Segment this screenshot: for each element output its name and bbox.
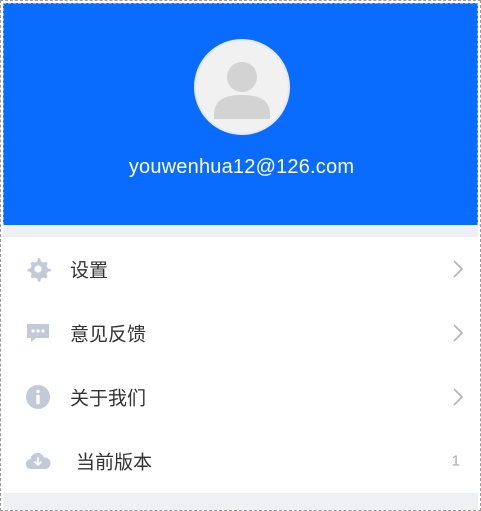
menu-item-label: 意见反馈 <box>70 323 147 346</box>
section-divider <box>3 225 478 237</box>
menu-item-label: 设置 <box>70 259 109 282</box>
user-email: youwenhua12@126.com <box>128 156 355 178</box>
version-number: 1 <box>451 452 460 470</box>
chevron-right-icon <box>453 260 464 278</box>
menu-item-feedback[interactable]: 意见反馈 <box>3 301 478 365</box>
user-silhouette-icon <box>214 62 270 119</box>
profile-header: youwenhua12@126.com <box>3 3 478 225</box>
chat-icon <box>23 318 53 348</box>
chevron-right-icon <box>453 388 464 406</box>
cloud-icon <box>23 446 53 476</box>
avatar[interactable] <box>194 39 290 135</box>
bottom-divider <box>3 493 478 510</box>
menu-item-label: 关于我们 <box>70 387 147 410</box>
gear-icon <box>23 254 53 284</box>
chevron-right-icon <box>453 324 464 342</box>
menu-item-version[interactable]: 当前版本 1 <box>3 429 478 493</box>
menu-item-settings[interactable]: 设置 <box>3 237 478 301</box>
info-icon <box>23 382 53 412</box>
menu-item-label: 当前版本 <box>76 451 153 474</box>
menu-item-about[interactable]: 关于我们 <box>3 365 478 429</box>
drawer-panel: youwenhua12@126.com 设置 意见反馈 关于我们 当前版本 1 <box>0 0 481 511</box>
menu-list: 设置 意见反馈 关于我们 当前版本 1 <box>3 237 478 493</box>
